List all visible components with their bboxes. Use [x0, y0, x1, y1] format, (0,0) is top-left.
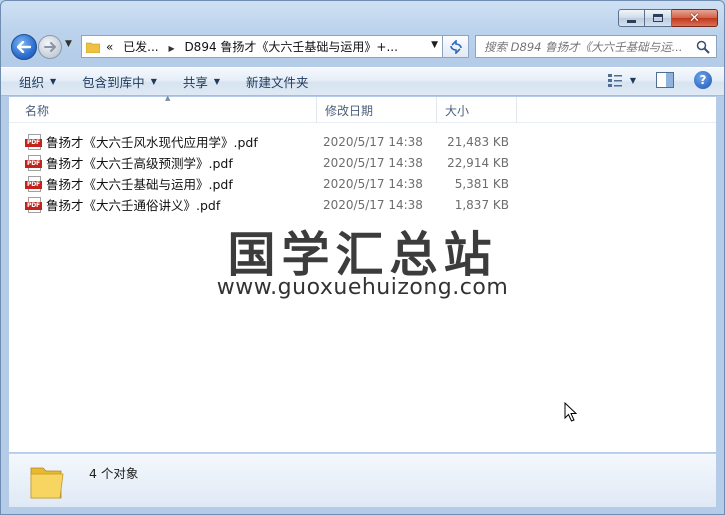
chevron-down-icon: ▼ — [150, 77, 157, 86]
view-options-icon[interactable] — [606, 71, 624, 89]
column-header-name-label: 名称 — [25, 103, 50, 118]
new-folder-button[interactable]: 新建文件夹 — [238, 70, 317, 94]
column-header-row: ▲ 名称 修改日期 大小 — [9, 94, 716, 123]
file-name-cell: PDF 鲁扬才《大六壬风水现代应用学》.pdf — [9, 132, 317, 151]
breadcrumb-separator-icon[interactable]: ▶ — [168, 44, 174, 53]
minimize-icon — [627, 19, 636, 23]
file-size: 22,914 KB — [447, 155, 509, 170]
file-name: 鲁扬才《大六壬高级预测学》.pdf — [46, 156, 233, 171]
file-name: 鲁扬才《大六壬通俗讲义》.pdf — [46, 198, 221, 213]
file-size: 1,837 KB — [454, 197, 509, 212]
maximize-icon — [653, 14, 663, 22]
minimize-button[interactable] — [618, 9, 645, 27]
search-icon[interactable] — [696, 40, 710, 54]
share-button[interactable]: 共享 ▼ — [175, 70, 228, 94]
include-in-library-label: 包含到库中 — [82, 75, 145, 90]
file-list: PDF 鲁扬才《大六壬风水现代应用学》.pdf 2020/5/17 14:38 … — [9, 131, 716, 215]
mouse-cursor-icon — [564, 402, 578, 422]
search-box[interactable] — [475, 35, 717, 58]
breadcrumb-item-parent[interactable]: 已发... — [123, 40, 158, 54]
address-bar[interactable]: « 已发... ▶ D894 鲁扬才《大六壬基础与运用》+... ▼ — [81, 35, 443, 58]
refresh-button[interactable] — [443, 35, 469, 58]
breadcrumb: « 已发... ▶ D894 鲁扬才《大六壬基础与运用》+... — [106, 38, 398, 55]
file-row[interactable]: PDF 鲁扬才《大六壬通俗讲义》.pdf 2020/5/17 14:38 1,8… — [9, 194, 716, 215]
pdf-file-icon: PDF — [25, 196, 43, 213]
details-pane: 4 个对象 — [9, 453, 716, 507]
file-date: 2020/5/17 14:38 — [323, 134, 423, 149]
file-size: 21,483 KB — [447, 134, 509, 149]
file-name-cell: PDF 鲁扬才《大六壬高级预测学》.pdf — [9, 153, 317, 172]
pdf-file-icon: PDF — [25, 175, 43, 192]
view-dropdown-icon[interactable]: ▼ — [630, 76, 636, 85]
file-date: 2020/5/17 14:38 — [323, 176, 423, 191]
column-header-name[interactable]: ▲ 名称 — [9, 94, 317, 123]
file-list-view[interactable]: ▲ 名称 修改日期 大小 PDF 鲁扬才《大六壬风水现代应用学》.pdf 202… — [9, 94, 716, 452]
toolbar-right: ▼ ? — [606, 71, 712, 89]
file-name-cell: PDF 鲁扬才《大六壬基础与运用》.pdf — [9, 174, 317, 193]
file-row[interactable]: PDF 鲁扬才《大六壬高级预测学》.pdf 2020/5/17 14:38 22… — [9, 152, 716, 173]
column-header-size[interactable]: 大小 — [437, 97, 517, 123]
search-input[interactable] — [484, 39, 694, 54]
history-dropdown-icon[interactable]: ▼ — [65, 39, 72, 49]
back-arrow-icon — [17, 41, 31, 53]
command-bar: 组织 ▼ 包含到库中 ▼ 共享 ▼ 新建文件夹 ▼ ? — [1, 67, 724, 96]
refresh-icon — [449, 39, 462, 54]
file-size: 5,381 KB — [454, 176, 509, 191]
watermark-url: www.guoxuehuizong.com — [216, 275, 509, 300]
forward-button[interactable] — [38, 35, 62, 59]
close-button[interactable]: ✕ — [672, 9, 718, 27]
chevron-down-icon: ▼ — [50, 77, 57, 86]
file-name-cell: PDF 鲁扬才《大六壬通俗讲义》.pdf — [9, 195, 317, 214]
back-button[interactable] — [11, 34, 37, 60]
breadcrumb-item-current[interactable]: D894 鲁扬才《大六壬基础与运用》+... — [184, 40, 397, 54]
sort-ascending-icon: ▲ — [165, 94, 171, 102]
organize-button[interactable]: 组织 ▼ — [11, 70, 64, 94]
folder-icon — [30, 467, 64, 499]
column-header-size-label: 大小 — [445, 103, 470, 118]
column-header-date[interactable]: 修改日期 — [317, 97, 437, 123]
organize-label: 组织 — [19, 75, 45, 90]
close-icon: ✕ — [689, 10, 700, 26]
share-label: 共享 — [182, 75, 208, 90]
item-count: 4 个对象 — [89, 466, 139, 481]
file-row[interactable]: PDF 鲁扬才《大六壬基础与运用》.pdf 2020/5/17 14:38 5,… — [9, 173, 716, 194]
breadcrumb-overflow[interactable]: « — [106, 40, 113, 54]
file-name: 鲁扬才《大六壬基础与运用》.pdf — [46, 177, 233, 192]
address-dropdown-icon[interactable]: ▼ — [431, 40, 438, 50]
pdf-file-icon: PDF — [25, 154, 43, 171]
pdf-file-icon: PDF — [25, 133, 43, 150]
caption-buttons: ✕ — [618, 9, 718, 27]
file-row[interactable]: PDF 鲁扬才《大六壬风水现代应用学》.pdf 2020/5/17 14:38 … — [9, 131, 716, 152]
file-date: 2020/5/17 14:38 — [323, 155, 423, 170]
preview-pane-icon[interactable] — [656, 72, 674, 88]
folder-icon — [86, 42, 100, 53]
forward-arrow-icon — [44, 42, 56, 52]
file-name: 鲁扬才《大六壬风水现代应用学》.pdf — [46, 135, 258, 150]
explorer-window: ✕ ▼ « 已发... ▶ D894 鲁扬才《大六壬基础与运用》+... ▼ 搜… — [0, 0, 725, 515]
include-in-library-button[interactable]: 包含到库中 ▼ — [74, 70, 165, 94]
maximize-button[interactable] — [645, 9, 672, 27]
file-date: 2020/5/17 14:38 — [323, 197, 423, 212]
help-icon[interactable]: ? — [694, 71, 712, 89]
chevron-down-icon: ▼ — [213, 77, 221, 86]
column-header-date-label: 修改日期 — [325, 103, 374, 118]
new-folder-label: 新建文件夹 — [246, 75, 309, 90]
navigation-row: ▼ « 已发... ▶ D894 鲁扬才《大六壬基础与运用》+... ▼ — [1, 31, 724, 63]
